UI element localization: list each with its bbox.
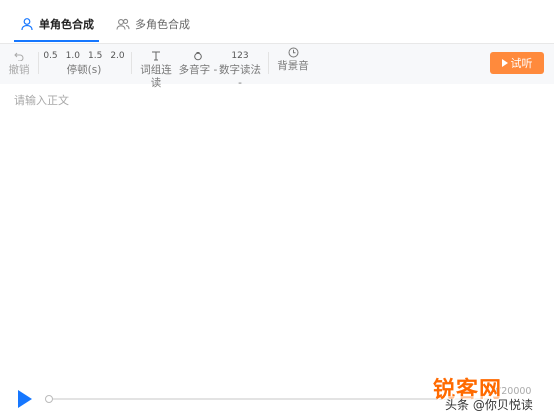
- active-tab-indicator: [14, 40, 99, 42]
- pause-option-1.5[interactable]: 1.5: [88, 50, 102, 63]
- pause-group: 0.5 1.0 1.5 2.0 停顿(s): [43, 48, 124, 77]
- try-listen-button[interactable]: 试听: [490, 52, 544, 74]
- text-editor[interactable]: [14, 88, 540, 378]
- undo-label: 撤销: [8, 64, 30, 76]
- polyphone-icon: [194, 52, 202, 61]
- users-icon: [116, 18, 130, 30]
- number-reading-button[interactable]: 123 数字读法 -: [216, 48, 264, 90]
- pause-option-0.5[interactable]: 0.5: [43, 50, 57, 63]
- tab-bar: 单角色合成 多角色合成: [0, 0, 554, 44]
- progress-handle[interactable]: [45, 395, 53, 403]
- toolbar-divider: [38, 52, 39, 74]
- play-icon[interactable]: [18, 390, 32, 408]
- progress-track[interactable]: [48, 398, 488, 400]
- polyphone-label: 多音字 -: [178, 64, 218, 76]
- pause-option-1.0[interactable]: 1.0: [66, 50, 80, 63]
- background-music-button[interactable]: 背景音: [274, 44, 312, 73]
- tab-single-role[interactable]: 单角色合成: [20, 14, 94, 34]
- pause-label: 停顿(s): [66, 64, 102, 76]
- text-cursor-icon: [152, 51, 160, 61]
- background-music-label: 背景音: [277, 60, 309, 72]
- toolbar-divider: [131, 52, 132, 74]
- pause-option-2.0[interactable]: 2.0: [110, 50, 124, 63]
- tab-single-role-label: 单角色合成: [39, 18, 94, 31]
- undo-icon: [14, 52, 24, 61]
- play-icon: [501, 59, 508, 67]
- try-listen-label: 试听: [510, 57, 533, 70]
- watermark-text: 头条 @你贝悦读: [445, 396, 533, 413]
- toolbar-divider: [268, 52, 269, 74]
- number-icon: 123: [231, 50, 249, 61]
- undo-button[interactable]: 撤销: [6, 48, 32, 77]
- word-group-label: 词组连读: [140, 64, 172, 89]
- music-icon: [288, 47, 298, 57]
- word-group-button[interactable]: 词组连读: [138, 48, 174, 90]
- user-icon: [21, 18, 33, 31]
- number-reading-label: 数字读法 -: [219, 64, 261, 89]
- tab-multi-role[interactable]: 多角色合成: [116, 14, 190, 34]
- polyphone-button[interactable]: 多音字 -: [177, 48, 219, 77]
- tab-multi-role-label: 多角色合成: [135, 18, 190, 31]
